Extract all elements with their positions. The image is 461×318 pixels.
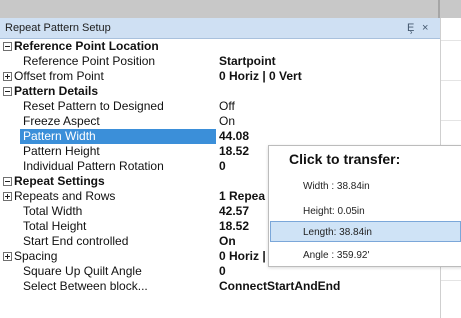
category-row[interactable]: Pattern Details: [0, 84, 440, 99]
collapse-icon[interactable]: [3, 87, 12, 96]
property-name: Freeze Aspect: [23, 114, 100, 128]
property-name: Square Up Quilt Angle: [23, 264, 142, 278]
property-value[interactable]: ConnectStartAndEnd: [219, 279, 439, 294]
panel-title: Repeat Pattern Setup: [5, 22, 111, 34]
property-name: Individual Pattern Rotation: [23, 159, 164, 173]
property-value[interactable]: Startpoint: [219, 54, 439, 69]
property-value[interactable]: On: [219, 114, 439, 129]
transfer-item-label: Width : 38.84in: [303, 181, 370, 192]
property-value[interactable]: 44.08: [219, 129, 439, 144]
property-row[interactable]: Select Between block... ConnectStartAndEn…: [0, 279, 440, 294]
property-row[interactable]: Reference Point Position Startpoint: [0, 54, 440, 69]
transfer-item[interactable]: Angle : 359.92': [270, 245, 461, 266]
collapse-icon[interactable]: [3, 177, 12, 186]
transfer-item[interactable]: Width : 38.84in: [270, 176, 461, 197]
expand-icon[interactable]: [3, 252, 12, 261]
property-name: Total Width: [23, 204, 83, 218]
transfer-popup: Click to transfer: Width : 38.84in Height…: [268, 145, 461, 267]
property-value[interactable]: 0 Horiz | 0 Vert: [219, 69, 439, 84]
transfer-item[interactable]: Length: 38.84in: [270, 221, 461, 242]
category-label: Repeat Settings: [14, 174, 105, 188]
property-row[interactable]: Pattern Width 44.08: [0, 129, 440, 144]
property-name: Select Between block...: [23, 279, 148, 293]
category-label: Reference Point Location: [14, 39, 159, 53]
transfer-item[interactable]: Height: 0.05in: [270, 201, 461, 222]
property-name: Repeats and Rows: [14, 189, 116, 203]
property-row[interactable]: Offset from Point 0 Horiz | 0 Vert: [0, 69, 440, 84]
close-icon[interactable]: ×: [422, 21, 428, 35]
transfer-item-label: Length: 38.84in: [303, 227, 372, 238]
transfer-item-label: Height: 0.05in: [303, 206, 365, 217]
property-name: Pattern Height: [23, 144, 100, 158]
property-name: Reset Pattern to Designed: [23, 99, 164, 113]
property-name: Start End controlled: [23, 234, 129, 248]
property-row[interactable]: Reset Pattern to Designed Off: [0, 99, 440, 114]
expand-icon[interactable]: [3, 192, 12, 201]
transfer-item-label: Angle : 359.92': [303, 250, 370, 261]
pin-icon[interactable]: Ȩ: [407, 21, 414, 35]
expand-icon[interactable]: [3, 72, 12, 81]
category-row[interactable]: Reference Point Location: [0, 39, 440, 54]
screen: Repeat Pattern Setup Ȩ × Reference Point…: [0, 0, 461, 318]
property-name: Spacing: [14, 249, 58, 263]
property-name: Reference Point Position: [23, 54, 156, 68]
panel-title-bar[interactable]: Repeat Pattern Setup Ȩ ×: [0, 18, 440, 39]
property-name: Pattern Width: [20, 129, 216, 144]
collapse-icon[interactable]: [3, 42, 12, 51]
property-value[interactable]: Off: [219, 99, 439, 114]
category-label: Pattern Details: [14, 84, 99, 98]
property-row[interactable]: Freeze Aspect On: [0, 114, 440, 129]
property-name: Offset from Point: [14, 69, 104, 83]
top-scroll-strip: [0, 0, 461, 18]
property-name: Total Height: [23, 219, 87, 233]
transfer-popup-header: Click to transfer:: [289, 151, 401, 167]
